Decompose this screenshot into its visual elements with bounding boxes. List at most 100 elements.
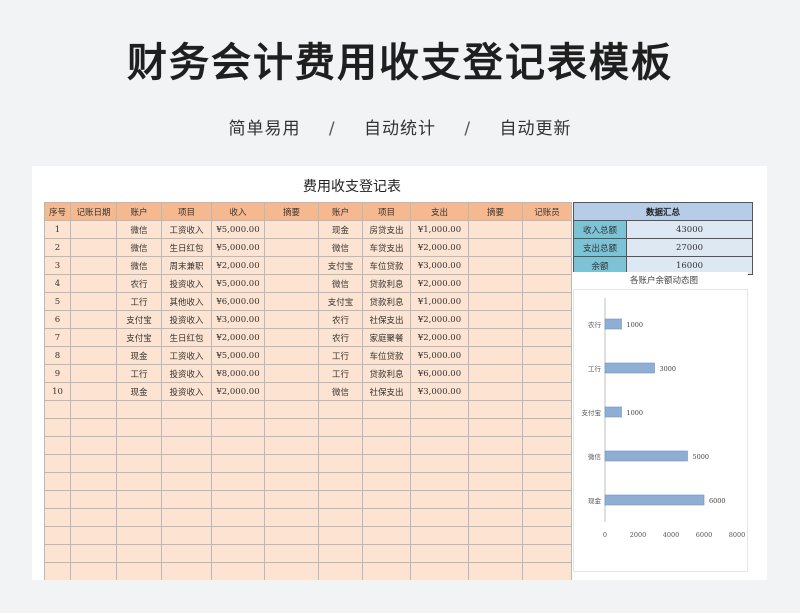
cell-income-account: 工行 (116, 292, 162, 311)
cell-income-item (161, 436, 212, 455)
cell-income (211, 400, 265, 419)
cell-expense (410, 400, 469, 419)
cell-income-note (264, 328, 319, 347)
cell-income-account: 现金 (116, 382, 162, 401)
cell-bookkeeper (522, 472, 572, 491)
cell-income (211, 490, 265, 509)
cell-expense-note (468, 364, 523, 383)
cell-income: ¥5,000.00 (211, 346, 265, 365)
cell-income-account: 工行 (116, 364, 162, 383)
cell-expense-account (318, 436, 363, 455)
feature-auto-stat: 自动统计 (364, 119, 436, 139)
sheet-title: 费用收支登记表 (303, 179, 401, 195)
bar (604, 318, 622, 330)
summary-row-income: 收入总额 43000 (573, 220, 753, 239)
cell-expense: ¥5,000.00 (410, 346, 469, 365)
cell-expense-account: 现金 (318, 220, 363, 239)
cell-income (211, 472, 265, 491)
cell-expense-account: 微信 (318, 274, 363, 293)
cell-income-note (264, 472, 319, 491)
cell-index (44, 436, 71, 455)
table-row-empty (44, 400, 572, 419)
table-row: 4 农行 投资收入 ¥5,000.00 微信 贷款利息 ¥2,000.00 (44, 274, 572, 293)
cell-income-item (161, 544, 212, 563)
cell-date (70, 454, 117, 473)
col-header-expense-account: 账户 (318, 202, 363, 221)
col-header-index: 序号 (44, 202, 71, 221)
chart-frame (573, 289, 748, 572)
cell-expense-account (318, 526, 363, 545)
cell-expense-account (318, 400, 363, 419)
cell-income-item: 其他收入 (161, 292, 212, 311)
cell-expense: ¥3,000.00 (410, 256, 469, 275)
cell-expense-account (318, 544, 363, 563)
cell-expense-account (318, 562, 363, 580)
cell-expense-item (362, 526, 411, 545)
cell-income-item (161, 454, 212, 473)
category-label: 支付宝 (582, 408, 602, 417)
cell-index (44, 472, 71, 491)
cell-expense-note (468, 490, 523, 509)
cell-index (44, 544, 71, 563)
cell-expense (410, 526, 469, 545)
data-label: 5000 (693, 453, 710, 461)
cell-expense-account (318, 490, 363, 509)
summary-table: 数据汇总 收入总额 43000 支出总额 27000 余额 16000 (573, 202, 753, 275)
table-row: 9 工行 投资收入 ¥8,000.00 工行 贷款利息 ¥6,000.00 (44, 364, 572, 383)
cell-income-account: 微信 (116, 220, 162, 239)
cell-income-item: 生日红包 (161, 328, 212, 347)
x-tick-label: 0 (603, 531, 607, 539)
category-label: 农行 (588, 320, 602, 329)
category-label: 工行 (588, 364, 602, 373)
cell-index (44, 454, 71, 473)
cell-expense-item: 房贷支出 (362, 220, 411, 239)
cell-expense-item (362, 454, 411, 473)
cell-index (44, 400, 71, 419)
cell-expense-item: 贷款利息 (362, 364, 411, 383)
cell-income-note (264, 256, 319, 275)
cell-expense-item (362, 562, 411, 580)
cell-income-item (161, 508, 212, 527)
table-row: 6 支付宝 投资收入 ¥3,000.00 农行 社保支出 ¥2,000.00 (44, 310, 572, 329)
cell-income (211, 544, 265, 563)
col-header-income-item: 项目 (161, 202, 212, 221)
cell-bookkeeper (522, 544, 572, 563)
table-row-empty (44, 472, 572, 491)
cell-expense-note (468, 346, 523, 365)
cell-income-account (116, 562, 162, 580)
cell-index: 3 (44, 256, 71, 275)
cell-index (44, 418, 71, 437)
table-row-empty (44, 436, 572, 455)
cell-income-note (264, 562, 319, 580)
cell-expense: ¥2,000.00 (410, 238, 469, 257)
cell-expense-account: 工行 (318, 364, 363, 383)
cell-bookkeeper (522, 328, 572, 347)
cell-expense-note (468, 328, 523, 347)
cell-income: ¥3,000.00 (211, 310, 265, 329)
cell-date (70, 400, 117, 419)
table-row-empty (44, 490, 572, 509)
cell-bookkeeper (522, 238, 572, 257)
cell-income-item (161, 562, 212, 580)
cell-income-account (116, 454, 162, 473)
cell-expense: ¥1,000.00 (410, 220, 469, 239)
cell-income-account (116, 490, 162, 509)
cell-expense-account: 农行 (318, 328, 363, 347)
cell-income-note (264, 238, 319, 257)
cell-expense-note (468, 454, 523, 473)
cell-bookkeeper (522, 292, 572, 311)
cell-expense-note (468, 544, 523, 563)
cell-income-note (264, 418, 319, 437)
cell-date (70, 310, 117, 329)
cell-bookkeeper (522, 508, 572, 527)
cell-income-account: 支付宝 (116, 310, 162, 329)
cell-income (211, 454, 265, 473)
cell-expense-item: 车位贷款 (362, 256, 411, 275)
cell-expense-note (468, 472, 523, 491)
col-header-expense-note: 摘要 (468, 202, 523, 221)
feature-easy: 简单易用 (228, 119, 301, 139)
cell-income-item (161, 490, 212, 509)
category-label: 微信 (588, 452, 602, 461)
cell-income-note (264, 436, 319, 455)
cell-bookkeeper (522, 364, 572, 383)
